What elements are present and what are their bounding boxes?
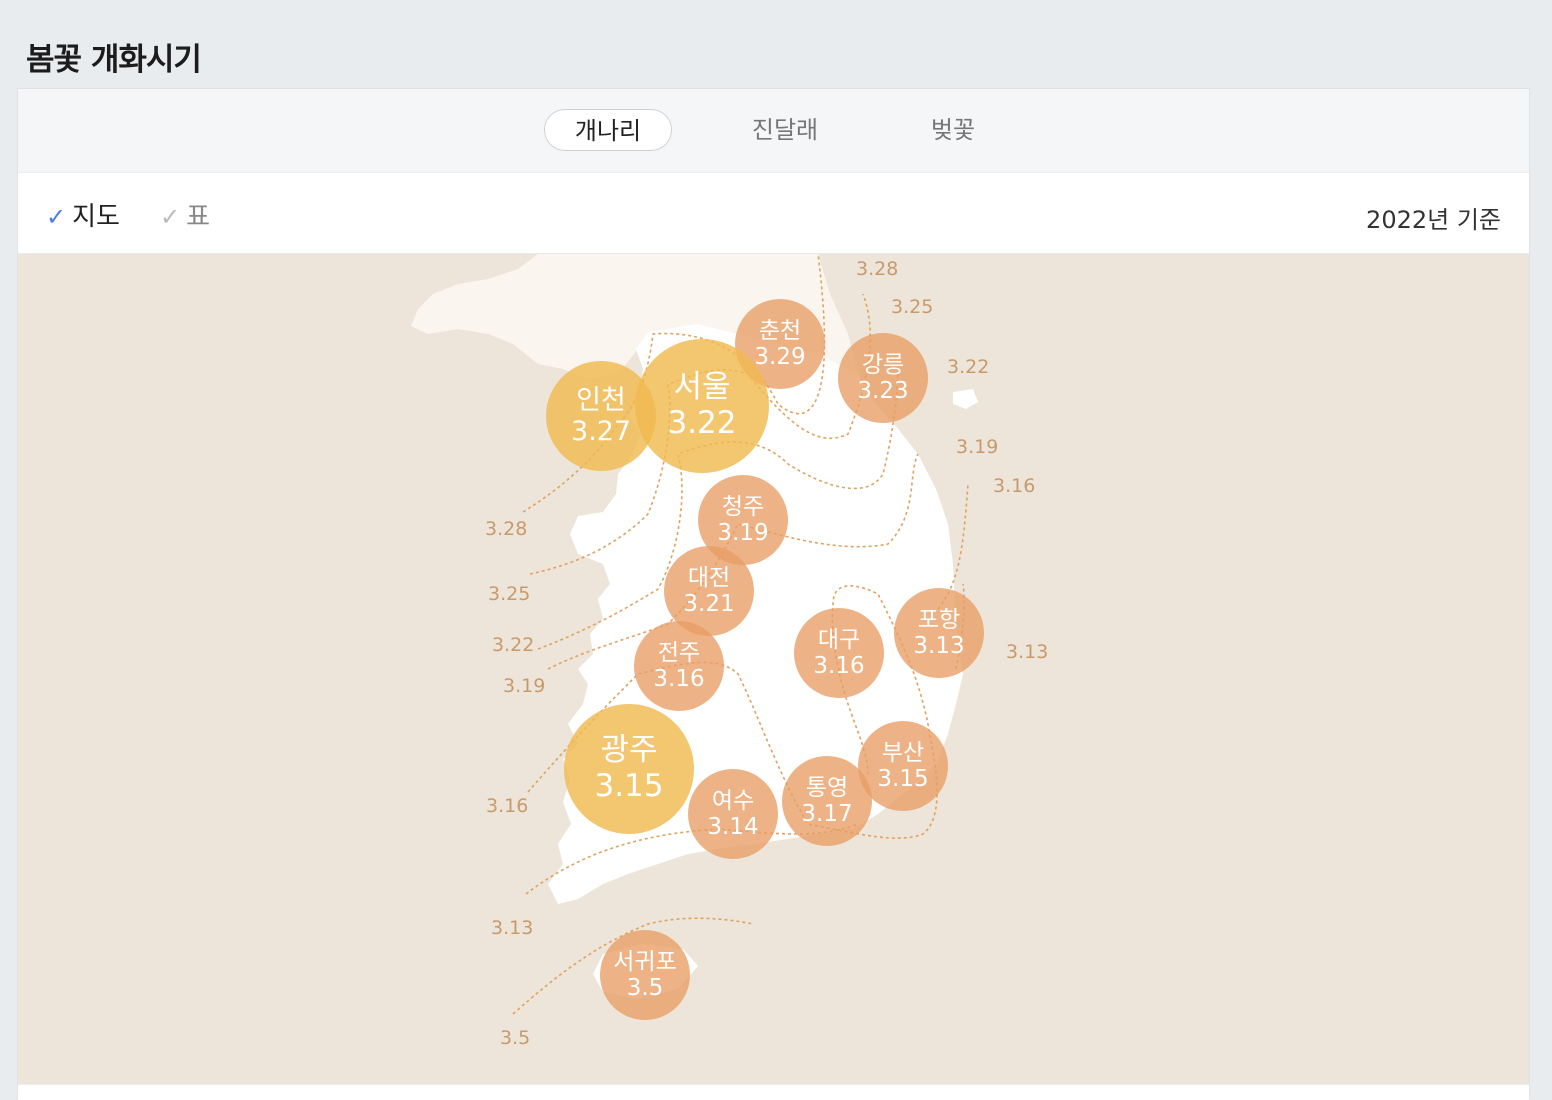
city-value: 3.16	[653, 666, 705, 692]
map-view-label: 지도	[72, 202, 120, 232]
contour-label: 3.25	[488, 583, 531, 605]
city-name: 대구	[817, 626, 861, 653]
city-value: 3.14	[707, 814, 759, 840]
city-value: 3.29	[754, 344, 806, 370]
city-value: 3.23	[857, 378, 909, 404]
basis-year: 2022년 기준	[1366, 206, 1501, 234]
city-bubble-daegu[interactable]: 대구 3.16	[794, 608, 884, 698]
contour-label: 3.13	[491, 917, 534, 939]
contour-label: 3.25	[891, 296, 934, 318]
city-bubble-tongyeong[interactable]: 통영 3.17	[782, 756, 872, 846]
city-bubble-seoul[interactable]: 서울 3.22	[635, 339, 769, 473]
city-name: 서귀포	[613, 948, 677, 975]
city-value: 3.16	[813, 653, 865, 679]
city-name: 부산	[881, 739, 925, 766]
table-view-label: 표	[186, 202, 211, 232]
city-name: 서울	[673, 369, 731, 406]
city-bubble-jeonju[interactable]: 전주 3.16	[634, 621, 724, 711]
city-value: 3.22	[667, 405, 737, 441]
city-name: 통영	[805, 774, 849, 801]
tab-cherry-blossom[interactable]: 벚꽃	[908, 109, 998, 151]
city-name: 여수	[711, 787, 755, 814]
check-icon: ✓	[46, 203, 67, 231]
city-name: 춘천	[758, 317, 802, 344]
city-name: 대전	[687, 564, 731, 591]
contour-label: 3.19	[503, 675, 546, 697]
city-bubble-gwangju[interactable]: 광주 3.15	[564, 704, 694, 834]
city-value: 3.15	[594, 768, 664, 804]
check-icon: ✓	[160, 203, 181, 231]
contour-label: 3.5	[500, 1027, 531, 1049]
city-value: 3.19	[717, 520, 769, 546]
city-name: 청주	[721, 493, 765, 520]
ulleungdo-island	[953, 389, 978, 409]
city-value: 3.13	[913, 633, 965, 659]
contour-label: 3.22	[947, 356, 990, 378]
city-name: 전주	[657, 639, 701, 666]
city-value: 3.15	[877, 766, 929, 792]
city-name: 강릉	[861, 351, 905, 378]
flower-tab-bar: 개나리 진달래 벚꽃	[18, 89, 1529, 173]
contour-label: 3.28	[856, 258, 899, 280]
city-name: 인천	[576, 384, 626, 416]
city-bubble-seogwipo[interactable]: 서귀포 3.5	[600, 930, 690, 1020]
bloom-card: 개나리 진달래 벚꽃 ✓ 지도 ✓ 표 2022년 기준 3.28 3.25 3…	[17, 88, 1530, 1100]
city-value: 3.5	[626, 975, 664, 1001]
city-bubble-pohang[interactable]: 포항 3.13	[894, 588, 984, 678]
table-view-toggle[interactable]: ✓ 표	[160, 196, 210, 233]
tab-forsythia[interactable]: 개나리	[544, 109, 672, 151]
view-toolbar: ✓ 지도 ✓ 표 2022년 기준	[18, 173, 1529, 254]
city-bubble-gangneung[interactable]: 강릉 3.23	[838, 333, 928, 423]
contour-label: 3.19	[956, 436, 999, 458]
map-view-toggle[interactable]: ✓ 지도	[46, 196, 120, 233]
contour-label: 3.16	[486, 795, 529, 817]
city-value: 3.21	[683, 591, 735, 617]
contour-label: 3.22	[492, 634, 535, 656]
city-name: 포항	[917, 606, 961, 633]
bloom-map: 3.28 3.25 3.22 3.19 3.16 3.13 3.28 3.25 …	[18, 254, 1529, 1084]
city-name: 광주	[600, 732, 658, 769]
city-bubble-yeosu[interactable]: 여수 3.14	[688, 769, 778, 859]
tab-azalea[interactable]: 진달래	[730, 109, 840, 151]
city-value: 3.27	[570, 416, 632, 447]
contour-label: 3.13	[1006, 641, 1049, 663]
city-value: 3.17	[801, 801, 853, 827]
page-title: 봄꽃 개화시기	[26, 42, 202, 78]
contour-label: 3.16	[993, 475, 1036, 497]
contour-label: 3.28	[485, 518, 528, 540]
